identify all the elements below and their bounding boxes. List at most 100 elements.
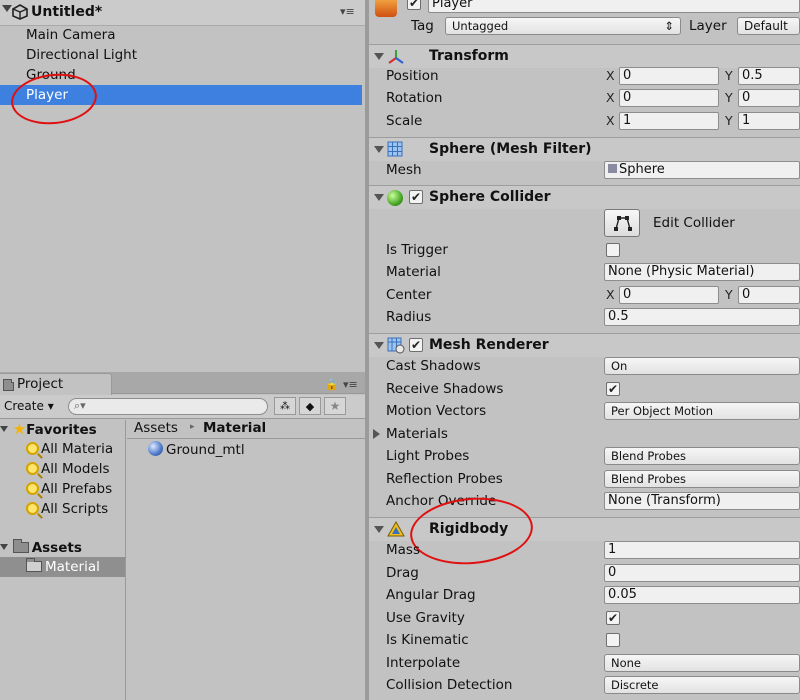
position-x-field[interactable]: 0 xyxy=(619,67,719,85)
transform-header[interactable]: Transform xyxy=(369,44,800,68)
layer-dropdown[interactable]: Default xyxy=(737,17,800,35)
materials-label[interactable]: Materials xyxy=(386,424,448,444)
sphere-collider-enabled-checkbox[interactable]: ✔ xyxy=(409,190,423,204)
cast-shadows-value: On xyxy=(611,359,628,373)
angular-drag-field[interactable]: 0.05 xyxy=(604,586,800,604)
reflection-probes-dropdown[interactable]: Blend Probes xyxy=(604,470,800,488)
collision-detection-value: Discrete xyxy=(611,678,659,692)
mesh-renderer-enabled-checkbox[interactable]: ✔ xyxy=(409,338,423,352)
expand-arrow-icon[interactable] xyxy=(373,429,380,439)
assets-item-material[interactable]: Material xyxy=(0,557,125,577)
scale-y-field[interactable]: 1 xyxy=(738,112,800,130)
collapse-arrow-icon[interactable] xyxy=(374,526,384,533)
light-probes-label: Light Probes xyxy=(386,448,470,464)
cast-shadows-dropdown[interactable]: On xyxy=(604,357,800,375)
favorites-item-label: All Materia xyxy=(41,441,114,457)
scale-x-field[interactable]: 1 xyxy=(619,112,719,130)
favorites-item-all-prefabs[interactable]: All Prefabs xyxy=(26,479,112,499)
tag-dropdown[interactable]: Untagged ⇕ xyxy=(445,17,681,35)
tab-project[interactable]: Project xyxy=(0,373,112,395)
center-x-field[interactable]: 0 xyxy=(619,286,719,304)
expand-arrow-icon[interactable] xyxy=(0,426,8,432)
is-kinematic-checkbox[interactable] xyxy=(606,633,620,647)
center-x-value: 0 xyxy=(623,287,632,302)
asset-item-ground-mtl[interactable]: Ground_mtl xyxy=(148,440,245,460)
collider-material-field[interactable]: None (Physic Material) xyxy=(604,263,800,281)
hierarchy-scene-header[interactable]: Untitled* ▾≡ xyxy=(0,0,365,26)
use-gravity-checkbox[interactable]: ✔ xyxy=(606,611,620,625)
axis-y-label: Y xyxy=(725,68,733,83)
hierarchy-menu-icon[interactable]: ▾≡ xyxy=(340,5,355,18)
rotation-x-field[interactable]: 0 xyxy=(619,89,719,107)
breadcrumb-current[interactable]: Material xyxy=(203,420,266,436)
favorites-node[interactable]: ★Favorites xyxy=(0,419,97,439)
axis-y-label: Y xyxy=(725,113,733,128)
position-y-field[interactable]: 0.5 xyxy=(738,67,800,85)
folder-icon xyxy=(26,558,42,572)
sphere-collider-header[interactable]: ✔ Sphere Collider xyxy=(369,185,800,209)
search-input[interactable]: ⌕▾ xyxy=(68,398,268,415)
favorites-item-all-models[interactable]: All Models xyxy=(26,459,110,479)
rotation-y-field[interactable]: 0 xyxy=(738,89,800,107)
mesh-renderer-header[interactable]: ✔ Mesh Renderer xyxy=(369,333,800,357)
mass-label: Mass xyxy=(386,542,420,558)
drag-field[interactable]: 0 xyxy=(604,564,800,582)
center-y-field[interactable]: 0 xyxy=(738,286,800,304)
interpolate-value: None xyxy=(611,656,642,670)
asset-label: Ground_mtl xyxy=(166,442,245,458)
radius-field[interactable]: 0.5 xyxy=(604,308,800,326)
filter-by-label-icon[interactable]: ◆ xyxy=(299,397,321,415)
collapse-arrow-icon[interactable] xyxy=(374,194,384,201)
mesh-filter-header[interactable]: Sphere (Mesh Filter) xyxy=(369,137,800,161)
object-name-field[interactable]: Player xyxy=(428,0,800,13)
mesh-field[interactable]: Sphere xyxy=(604,161,800,179)
assets-node[interactable]: Assets xyxy=(0,538,82,558)
create-dropdown[interactable]: Create ▾ xyxy=(4,399,54,413)
active-checkbox[interactable]: ✔ xyxy=(407,0,421,10)
radius-label: Radius xyxy=(386,309,432,325)
light-probes-dropdown[interactable]: Blend Probes xyxy=(604,447,800,465)
tag-value: Untagged xyxy=(452,19,509,33)
sphere-collider-title: Sphere Collider xyxy=(429,189,551,205)
axis-y-label: Y xyxy=(725,287,733,302)
favorite-star-icon[interactable]: ★ xyxy=(324,397,346,415)
anchor-override-field[interactable]: None (Transform) xyxy=(604,492,800,510)
collapse-arrow-icon[interactable] xyxy=(374,342,384,349)
material-sphere-icon xyxy=(148,441,163,456)
favorites-item-all-materials[interactable]: All Materia xyxy=(26,439,113,459)
collision-detection-dropdown[interactable]: Discrete xyxy=(604,676,800,694)
hierarchy-item-directional-light[interactable]: Directional Light xyxy=(0,45,362,65)
mesh-renderer-title: Mesh Renderer xyxy=(429,337,549,353)
favorites-item-all-scripts[interactable]: All Scripts xyxy=(26,499,108,519)
expand-arrow-icon[interactable] xyxy=(0,544,8,550)
mass-field[interactable]: 1 xyxy=(604,541,800,559)
collapse-arrow-icon[interactable] xyxy=(2,5,12,12)
is-kinematic-label: Is Kinematic xyxy=(386,632,469,648)
radius-value: 0.5 xyxy=(608,309,629,324)
interpolate-dropdown[interactable]: None xyxy=(604,654,800,672)
search-filter-icon xyxy=(26,442,39,455)
motion-vectors-value: Per Object Motion xyxy=(611,404,714,418)
motion-vectors-dropdown[interactable]: Per Object Motion xyxy=(604,402,800,420)
project-menu-icon[interactable]: ▾≡ xyxy=(343,378,358,391)
is-trigger-checkbox[interactable] xyxy=(606,243,620,257)
rotation-y-value: 0 xyxy=(742,90,751,105)
breadcrumb-root[interactable]: Assets xyxy=(134,420,178,436)
collapse-arrow-icon[interactable] xyxy=(374,53,384,60)
scale-y-value: 1 xyxy=(742,113,751,128)
star-icon: ★ xyxy=(12,420,27,438)
hierarchy-item-main-camera[interactable]: Main Camera xyxy=(0,25,362,45)
collision-detection-label: Collision Detection xyxy=(386,677,513,693)
folder-icon xyxy=(12,539,29,553)
tag-label: Tag xyxy=(411,18,434,34)
edit-collider-button[interactable] xyxy=(604,209,640,237)
rigidbody-icon xyxy=(387,521,405,537)
drag-value: 0 xyxy=(608,565,617,580)
collapse-arrow-icon[interactable] xyxy=(374,146,384,153)
cast-shadows-label: Cast Shadows xyxy=(386,358,481,374)
filter-by-type-icon[interactable]: ⁂ xyxy=(274,397,296,415)
lock-icon[interactable]: 🔒 xyxy=(325,378,339,391)
folder-label: Material xyxy=(45,559,100,575)
receive-shadows-checkbox[interactable]: ✔ xyxy=(606,382,620,396)
search-icon: ⌕▾ xyxy=(74,399,86,412)
